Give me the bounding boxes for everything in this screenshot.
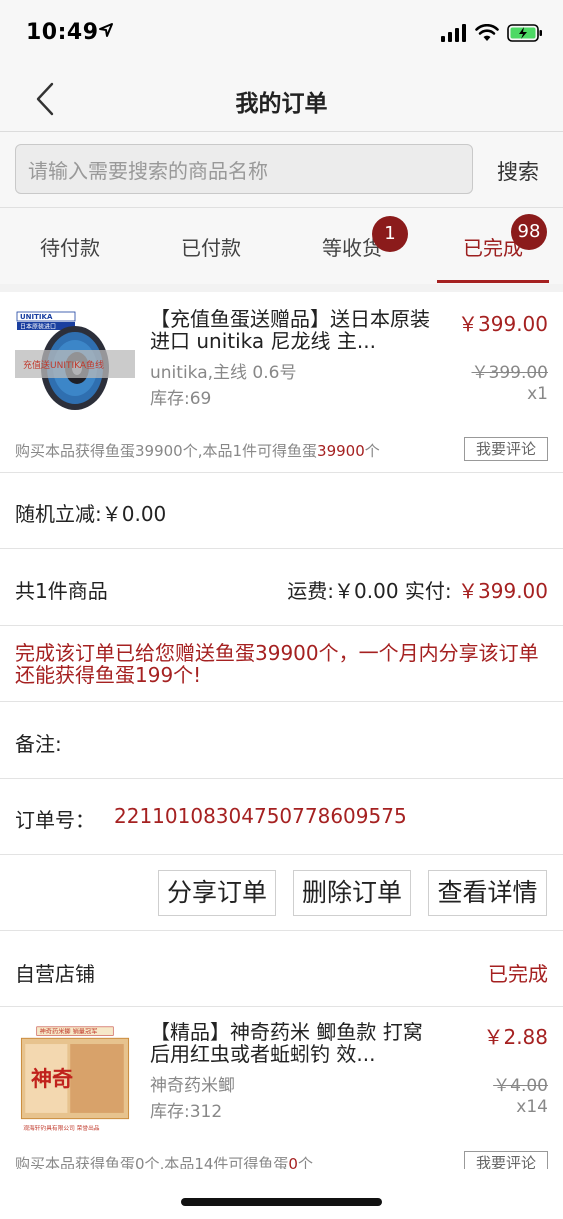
order-status-tabs: 待付款 已付款 等收货 1 已完成 98 [0,208,563,284]
product-quantity: x14 [516,1097,548,1117]
product-price: ￥2.88 [483,1025,548,1049]
search-input[interactable]: 请输入需要搜索的商品名称 [15,144,473,194]
nav-bar: 我的订单 [0,66,563,132]
wifi-icon [475,24,499,41]
order-number-label: 订单号： [15,808,95,832]
page-title: 我的订单 [235,91,328,117]
product-image-banner: 神奇药米鲫 销量冠军 [40,1028,98,1036]
order-card: UNITIKA 日本原装进口 充值送UNITIKA鱼线 【充值鱼蛋送赠品】送日本… [0,284,563,931]
active-tab-indicator [437,280,549,283]
product-stock: 库存:312 [150,1102,223,1122]
order-total: 运费:￥0.00 实付: ￥399.00 [287,575,548,604]
product-spec: unitika,主线 0.6号 [150,363,297,383]
remark-label: 备注: [15,732,62,756]
reward-note: 购买本品获得鱼蛋39900个,本品1件可得鱼蛋39900个 [15,442,380,460]
search-bar: 请输入需要搜索的商品名称 搜索 [0,132,563,208]
product-original-price: ￥4.00 [493,1076,548,1096]
order-number: 22110108304750778609575 [114,804,407,828]
share-order-button[interactable]: 分享订单 [158,870,276,916]
bottom-safe-area [0,1169,563,1219]
product-image-headline: 神奇 [31,1066,73,1091]
item-count: 共1件商品 [15,579,108,603]
product-quantity: x1 [527,384,548,404]
completed-count-badge: 98 [511,214,547,250]
status-time: 10:49 [26,20,99,45]
product-title[interactable]: 【充值鱼蛋送赠品】送日本原装进口 unitika 尼龙线 主... [150,308,440,352]
status-bar: 10:49 [0,0,563,66]
tab-pending-payment[interactable]: 待付款 [0,208,140,284]
product-image-footer: 观海轩钓具有限公司 荣誉出品 [23,1124,99,1132]
delete-order-button[interactable]: 删除订单 [293,870,411,916]
tab-paid[interactable]: 已付款 [141,208,281,284]
order-status: 已完成 [488,962,548,986]
product-image-brand: UNITIKA [20,313,53,321]
product-image[interactable]: 神奇药米鲫 销量冠军 神奇 观海轩钓具有限公司 荣誉出品 [15,1023,135,1133]
section-gap [0,284,563,292]
product-spec: 神奇药米鲫 [150,1076,235,1096]
product-image[interactable]: UNITIKA 日本原装进口 充值送UNITIKA鱼线 [15,308,135,418]
home-indicator[interactable] [181,1198,382,1206]
search-button[interactable]: 搜索 [497,156,539,186]
product-original-price: ￥399.00 [471,363,548,383]
product-price: ￥399.00 [458,312,548,336]
status-indicators [441,24,543,42]
reward-notice: 完成该订单已给您赠送鱼蛋39900个，一个月内分享该订单还能获得鱼蛋199个! [15,641,539,687]
signal-icon [441,24,466,42]
product-image-subtitle: 日本原装进口 [20,323,56,331]
write-review-button[interactable]: 我要评论 [464,437,548,461]
product-image-overlay: 充值送UNITIKA鱼线 [23,359,104,371]
product-stock: 库存:69 [150,389,212,409]
view-details-button[interactable]: 查看详情 [428,870,547,916]
order-card: 自营店铺 已完成 神奇药米鲫 销量冠军 神奇 观海轩钓具有限公司 荣誉出品 【精… [0,931,563,1175]
store-name[interactable]: 自营店铺 [15,958,95,987]
paid-amount: ￥399.00 [458,579,548,603]
battery-charging-icon [507,24,542,42]
awaiting-delivery-count-badge: 1 [372,216,408,252]
random-discount: 随机立减:￥0.00 [15,502,167,526]
shipping-fee: 运费:￥0.00 实付: [287,579,459,603]
location-arrow-icon [99,23,113,37]
product-title[interactable]: 【精品】神奇药米 鲫鱼款 打窝后用红虫或者蚯蚓钓 效... [150,1021,440,1065]
